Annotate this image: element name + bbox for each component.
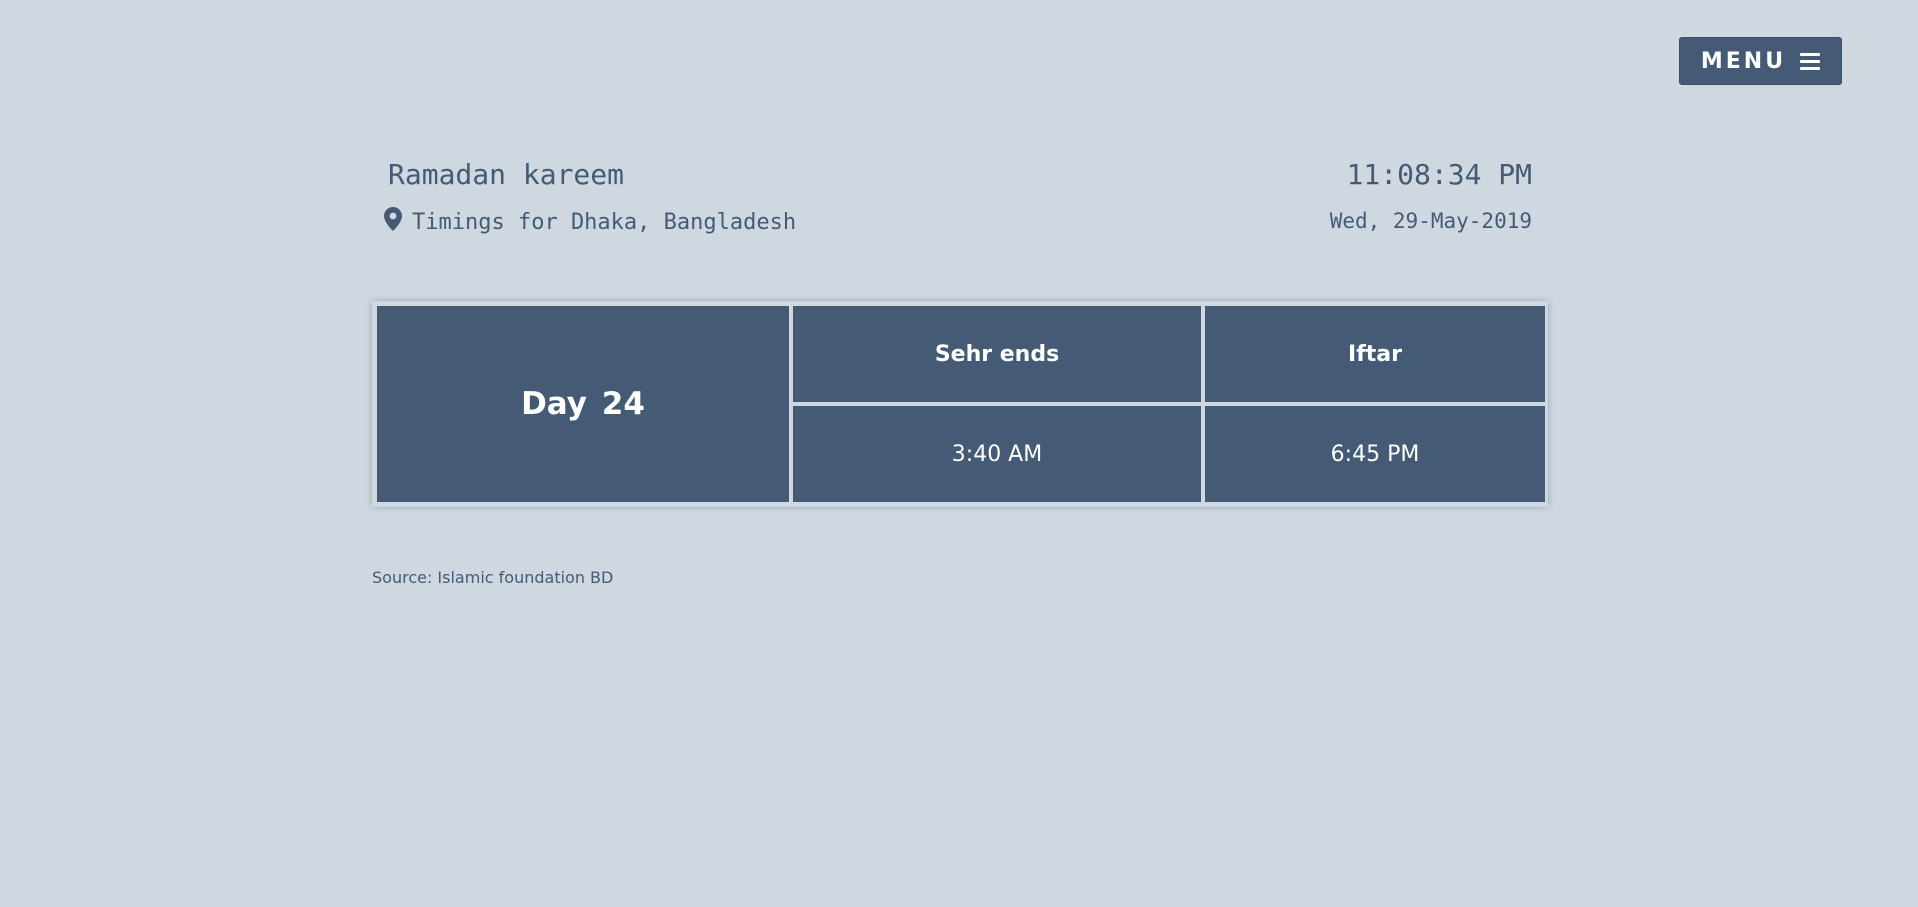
menu-button-label: MENU — [1700, 48, 1787, 74]
greeting-title: Ramadan kareem — [388, 158, 625, 191]
hamburger-icon — [1800, 52, 1821, 70]
day-number: Day 24 — [377, 306, 789, 502]
source-note: Source: Islamic foundation BD — [372, 568, 614, 587]
sehr-header: Sehr ends — [793, 306, 1201, 402]
current-time: 11:08:34 PM — [1346, 158, 1532, 191]
iftar-header: Iftar — [1205, 306, 1545, 402]
timings-table: Day 24 Sehr ends Iftar 3:40 AM 6:45 PM — [372, 301, 1548, 507]
current-date: Wed, 29-May-2019 — [1329, 209, 1532, 233]
location-text: Timings for Dhaka, Bangladesh — [412, 209, 797, 235]
sehr-time: 3:40 AM — [793, 406, 1201, 502]
location-line: Timings for Dhaka, Bangladesh — [384, 207, 796, 237]
menu-button[interactable]: MENU — [1679, 37, 1842, 85]
iftar-time: 6:45 PM — [1205, 406, 1545, 502]
map-pin-icon — [384, 207, 402, 237]
